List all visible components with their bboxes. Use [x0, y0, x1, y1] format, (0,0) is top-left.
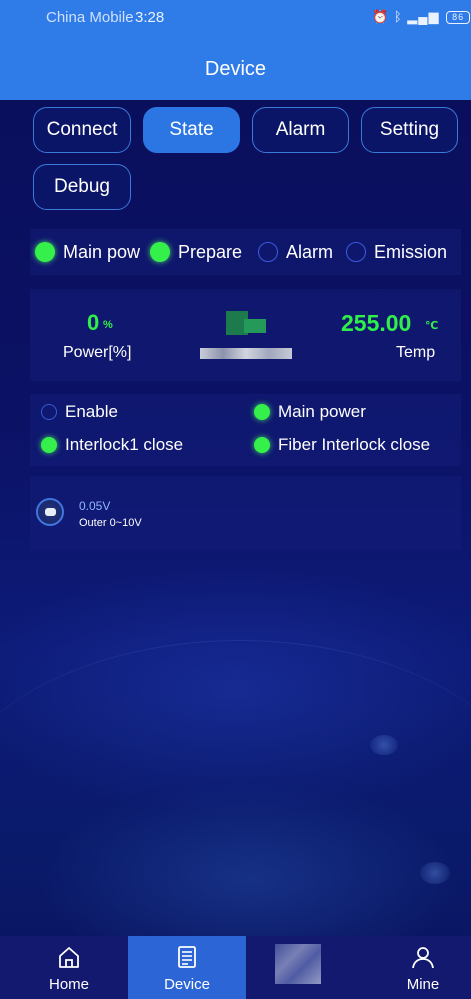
tab-state[interactable]: State	[143, 107, 240, 153]
background-glow	[370, 735, 398, 755]
power-unit: %	[103, 319, 113, 331]
indicator-label: Emission	[374, 241, 448, 262]
nav-mine[interactable]: Mine	[364, 936, 471, 999]
indicator-main-power: Main pow	[35, 229, 140, 275]
signal-icon: ▂▄▆	[407, 9, 440, 24]
led-on-icon	[254, 404, 270, 420]
app-header: China Mobile 3:28 ⏰ ᛒ ▂▄▆ 86 Device	[0, 0, 471, 100]
status-label: Fiber Interlock close	[278, 435, 431, 454]
status-panel: Enable Main power Interlock1 close Fiber…	[30, 394, 461, 466]
power-value: 0	[87, 310, 100, 335]
status-fiber-interlock: Fiber Interlock close	[254, 433, 430, 457]
carrier-name: China Mobile	[46, 9, 134, 26]
voltage-value: 0.05V	[79, 499, 111, 513]
indicator-bar: Main pow Prepare Alarm Emission	[30, 229, 461, 275]
status-enable: Enable	[41, 400, 118, 424]
tab-alarm[interactable]: Alarm	[252, 107, 349, 153]
temp-label: Temp	[396, 344, 436, 361]
app-screen: China Mobile 3:28 ⏰ ᛒ ▂▄▆ 86 Device Conn…	[0, 0, 471, 999]
status-main-power: Main power	[254, 400, 366, 424]
home-icon	[59, 947, 79, 968]
tab-debug[interactable]: Debug	[33, 164, 131, 210]
battery-icon: 86	[446, 11, 471, 25]
status-label: Enable	[65, 402, 118, 421]
status-label: Main power	[278, 402, 366, 421]
indicator-label: Prepare	[178, 241, 243, 262]
bluetooth-icon: ᛒ	[393, 9, 403, 24]
device-icon	[178, 946, 196, 968]
led-off-icon	[41, 404, 57, 420]
page-title: Device	[204, 58, 267, 80]
user-icon	[412, 947, 434, 969]
nav-label: Mine	[406, 976, 440, 993]
nav-home[interactable]: Home	[10, 936, 128, 999]
nav-label: Device	[164, 976, 210, 993]
temp-value: 255.00	[341, 310, 412, 336]
blurred-icon	[275, 944, 321, 984]
temp-unit: ℃	[425, 320, 439, 332]
status-time: 3:28	[135, 9, 165, 26]
indicator-alarm: Alarm	[258, 229, 333, 275]
status-icons: ⏰ ᛒ ▂▄▆ 86	[372, 9, 471, 25]
nav-device[interactable]: Device	[128, 936, 246, 999]
tab-connect[interactable]: Connect	[33, 107, 131, 153]
meter-icon-glyph	[45, 508, 56, 516]
alarm-clock-icon: ⏰	[372, 9, 390, 24]
led-on-icon	[150, 242, 170, 262]
led-off-icon	[346, 242, 366, 262]
bottom-nav: Home Device Mine	[0, 936, 471, 999]
led-on-icon	[41, 437, 57, 453]
indicator-prepare: Prepare	[150, 229, 242, 275]
power-label: Power[%]	[63, 344, 132, 361]
led-on-icon	[35, 242, 55, 262]
status-interlock1: Interlock1 close	[41, 433, 183, 457]
led-off-icon	[258, 242, 278, 262]
voltage-label: Outer 0~10V	[79, 517, 142, 529]
status-label: Interlock1 close	[65, 435, 184, 454]
indicator-label: Alarm	[286, 241, 334, 262]
led-on-icon	[254, 437, 270, 453]
power-temp-panel: 0 % Power[%] 255.00 ℃ Temp	[30, 289, 461, 381]
meter-icon	[36, 498, 64, 526]
voltage-card[interactable]: 0.05V Outer 0~10V	[30, 476, 461, 550]
blurred-image	[244, 319, 266, 333]
indicator-emission: Emission	[346, 229, 447, 275]
status-bar: China Mobile 3:28 ⏰ ᛒ ▂▄▆ 86	[0, 0, 471, 34]
background-glow	[420, 862, 450, 884]
nav-label: Home	[48, 976, 89, 993]
indicator-label: Main pow	[63, 241, 141, 262]
tab-setting[interactable]: Setting	[361, 107, 458, 153]
blurred-text	[200, 348, 292, 359]
